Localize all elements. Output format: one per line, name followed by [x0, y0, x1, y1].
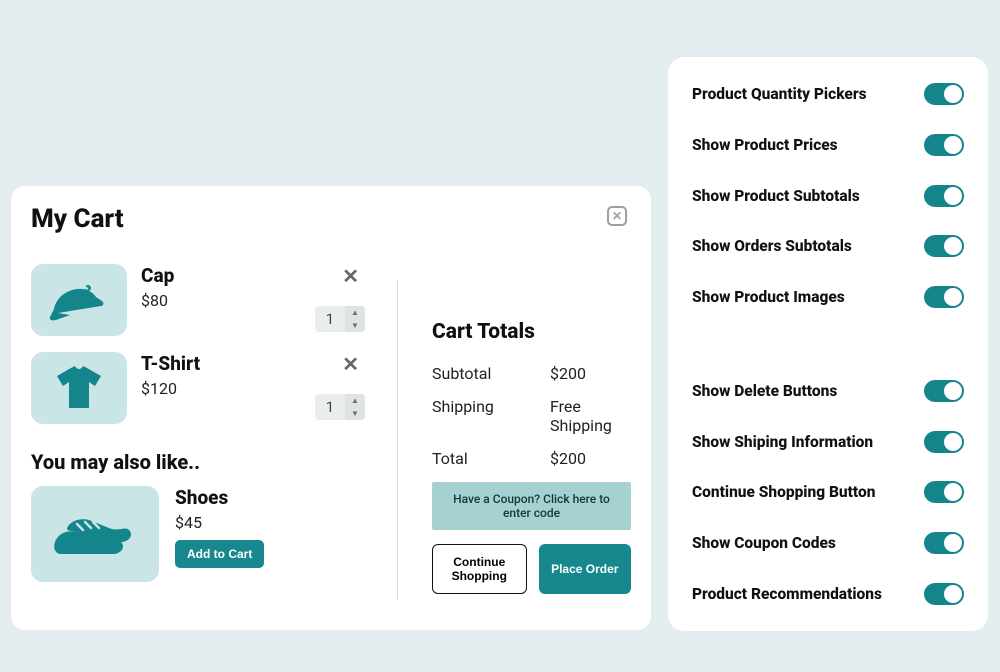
quantity-value: 1	[315, 306, 345, 332]
toggle-product-prices[interactable]	[924, 134, 964, 156]
cart-item-price: $80	[141, 291, 174, 310]
coupon-link[interactable]: Have a Coupon? Click here to enter code	[432, 482, 631, 530]
totals-label: Total	[432, 449, 550, 468]
place-order-button[interactable]: Place Order	[539, 544, 632, 594]
cart-item-price: $120	[141, 379, 200, 398]
setting-row: Continue Shopping Button	[692, 481, 964, 503]
recommendation-name: Shoes	[175, 486, 264, 509]
toggle-coupon-codes[interactable]	[924, 532, 964, 554]
setting-label: Product Quantity Pickers	[692, 85, 867, 103]
setting-row: Show Product Subtotals	[692, 185, 964, 207]
toggle-quantity-pickers[interactable]	[924, 83, 964, 105]
divider	[397, 280, 398, 600]
product-image-shoes	[31, 486, 159, 582]
quantity-stepper[interactable]: 1 ▲ ▼	[315, 394, 365, 420]
qty-up-icon[interactable]: ▲	[345, 306, 365, 319]
setting-row: Show Product Prices	[692, 134, 964, 156]
qty-up-icon[interactable]: ▲	[345, 394, 365, 407]
cart-totals-title: Cart Totals	[432, 320, 631, 344]
continue-shopping-button[interactable]: Continue Shopping	[432, 544, 527, 594]
toggle-orders-subtotals[interactable]	[924, 235, 964, 257]
totals-value: $200	[550, 364, 586, 383]
qty-down-icon[interactable]: ▼	[345, 407, 365, 420]
product-image-tshirt	[31, 352, 127, 424]
cart-panel: My Cart ✕ Cap $80 ✕	[11, 186, 651, 630]
toggle-shipping-info[interactable]	[924, 431, 964, 453]
add-to-cart-button[interactable]: Add to Cart	[175, 540, 264, 568]
setting-label: Show Coupon Codes	[692, 534, 836, 552]
toggle-delete-buttons[interactable]	[924, 380, 964, 402]
cap-icon	[48, 279, 110, 321]
totals-label: Shipping	[432, 397, 550, 435]
remove-item-button[interactable]: ✕	[342, 352, 359, 376]
totals-row-shipping: Shipping Free Shipping	[432, 397, 631, 435]
quantity-value: 1	[315, 394, 345, 420]
cart-item: T-Shirt $120 ✕ 1 ▲ ▼	[31, 352, 373, 424]
remove-item-button[interactable]: ✕	[342, 264, 359, 288]
totals-row-total: Total $200	[432, 449, 631, 468]
quantity-stepper[interactable]: 1 ▲ ▼	[315, 306, 365, 332]
cart-item-name: Cap	[141, 264, 174, 287]
setting-label: Product Recommendations	[692, 585, 882, 603]
qty-down-icon[interactable]: ▼	[345, 319, 365, 332]
close-icon[interactable]: ✕	[607, 206, 627, 226]
setting-row: Show Delete Buttons	[692, 380, 964, 402]
recommendation-price: $45	[175, 513, 264, 532]
totals-row-subtotal: Subtotal $200	[432, 364, 631, 383]
setting-label: Show Product Images	[692, 288, 845, 306]
settings-panel: Product Quantity Pickers Show Product Pr…	[668, 57, 988, 631]
cart-title: My Cart	[31, 204, 124, 234]
setting-label: Show Delete Buttons	[692, 382, 837, 400]
toggle-continue-shopping[interactable]	[924, 481, 964, 503]
cart-item-name: T-Shirt	[141, 352, 200, 375]
totals-value: $200	[550, 449, 586, 468]
shoes-icon	[47, 502, 143, 566]
cart-item: Cap $80 ✕ 1 ▲ ▼	[31, 264, 373, 336]
setting-row: Show Product Images	[692, 286, 964, 308]
toggle-product-subtotals[interactable]	[924, 185, 964, 207]
totals-label: Subtotal	[432, 364, 550, 383]
totals-value: Free Shipping	[550, 397, 631, 435]
setting-label: Show Product Subtotals	[692, 187, 860, 205]
product-image-cap	[31, 264, 127, 336]
setting-label: Show Shiping Information	[692, 433, 873, 451]
toggle-product-images[interactable]	[924, 286, 964, 308]
tshirt-icon	[53, 364, 105, 412]
toggle-recommendations[interactable]	[924, 583, 964, 605]
setting-row: Product Quantity Pickers	[692, 83, 964, 105]
setting-row: Show Orders Subtotals	[692, 235, 964, 257]
setting-row: Show Shiping Information	[692, 431, 964, 453]
setting-label: Show Product Prices	[692, 136, 838, 154]
setting-row: Show Coupon Codes	[692, 532, 964, 554]
setting-label: Continue Shopping Button	[692, 483, 875, 501]
recommendations-title: You may also like..	[31, 450, 373, 474]
setting-row: Product Recommendations	[692, 583, 964, 605]
setting-label: Show Orders Subtotals	[692, 237, 852, 255]
recommendation-item: Shoes $45 Add to Cart	[31, 486, 373, 582]
